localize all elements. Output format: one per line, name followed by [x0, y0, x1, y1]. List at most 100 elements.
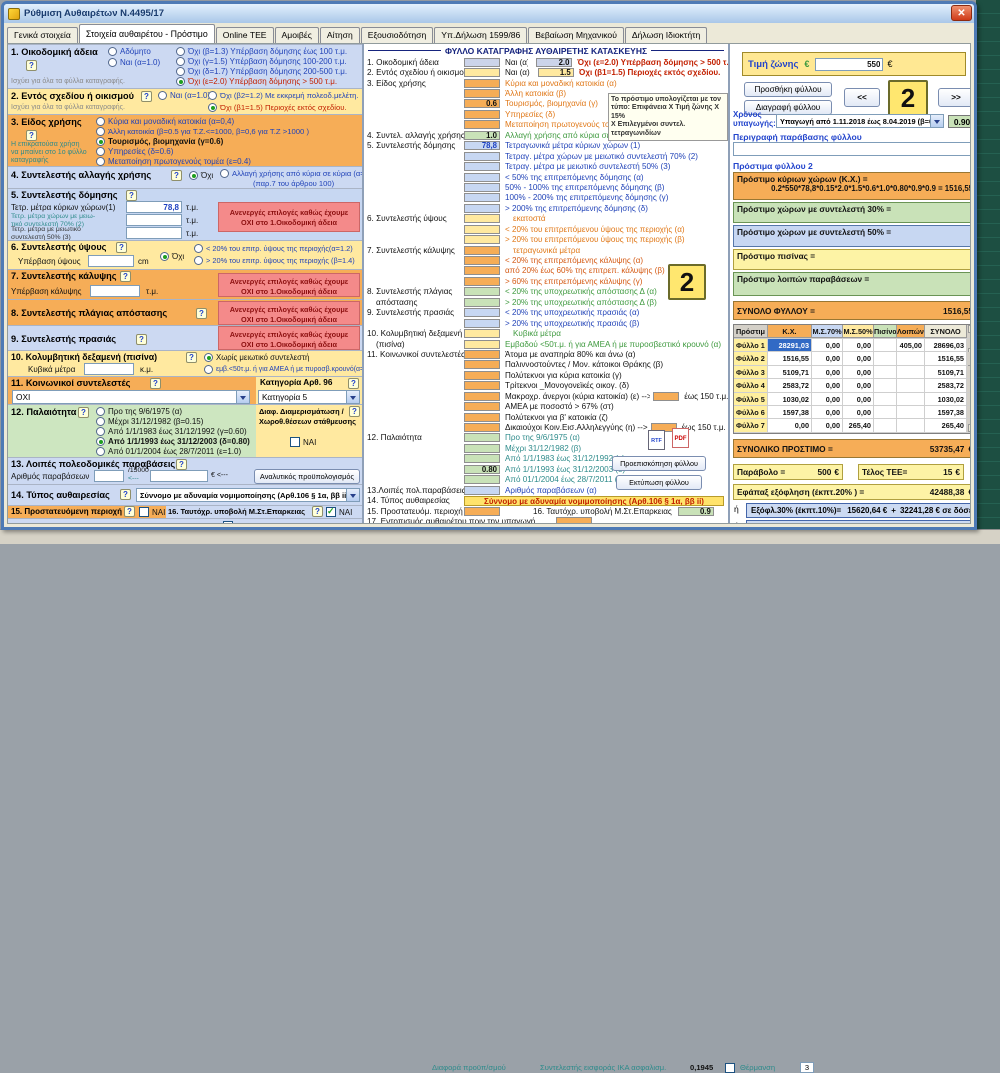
- tab-exousiodotisi[interactable]: Εξουσιοδότηση: [361, 27, 434, 43]
- mid-cell[interactable]: [464, 433, 500, 442]
- chevron-down-icon[interactable]: [930, 115, 943, 127]
- prev-sheet-button[interactable]: <<: [844, 88, 880, 107]
- mid-cell[interactable]: [464, 475, 500, 484]
- rtf-export-icon[interactable]: RTF: [648, 430, 665, 450]
- radio-option[interactable]: Από 01/1/2004 έως 28/7/2011 (ε=1.0): [96, 447, 241, 456]
- radio-option-selected[interactable]: Όχι: [189, 171, 213, 180]
- radio-option-selected[interactable]: Όχι (β1=1.5) Περιοχές εκτός σχεδίου.: [208, 103, 347, 112]
- mid-cell-small[interactable]: [653, 392, 679, 401]
- parking-checkbox[interactable]: ΝΑΙ: [290, 437, 316, 447]
- col-header[interactable]: Πισίνας: [874, 325, 897, 338]
- radio-option[interactable]: Ναι (α=1.0): [108, 58, 160, 67]
- table-row[interactable]: Φύλλο 35109,710,000,005109,71: [734, 366, 970, 379]
- mid-cell[interactable]: [464, 486, 500, 495]
- radio-option[interactable]: Μέχρι 31/12/1982 (β=0.15): [96, 417, 203, 426]
- help-icon[interactable]: ?: [348, 378, 359, 389]
- detection-checkbox[interactable]: ΝΑΙ: [223, 521, 249, 523]
- radio-option[interactable]: Όχι (γ=1.5) Υπέρβαση δόμησης 100-200 τ.μ…: [176, 57, 347, 66]
- mid-cell[interactable]: [464, 507, 500, 516]
- mid-cell[interactable]: [464, 454, 500, 463]
- area70-input[interactable]: [126, 214, 182, 226]
- col-header[interactable]: Πρόστιμ: [734, 325, 768, 338]
- radio-option[interactable]: > 20% του επιτρ. ύψους της περιοχής (β=1…: [194, 256, 355, 265]
- static-adequacy-checkbox[interactable]: ΝΑΙ: [326, 507, 352, 517]
- mid-cell[interactable]: [464, 204, 500, 213]
- mid-cell-value[interactable]: 78,8: [464, 141, 500, 150]
- radio-option-selected[interactable]: Τουρισμός, βιομηχανία (γ=0.6): [96, 137, 223, 146]
- radio-option[interactable]: Άλλη κατοικία (β=0.5 για T.Z.<=1000, β=0…: [96, 127, 309, 136]
- radio-option[interactable]: Όχι (β=1.3) Υπέρβαση δόμησης έως 100 τ.μ…: [176, 47, 347, 56]
- radio-option[interactable]: Όχι (δ=1.7) Υπέρβαση δόμησης 200-500 τ.μ…: [176, 67, 347, 76]
- mid-cell[interactable]: [464, 120, 500, 129]
- mid-cell-value[interactable]: 0.6: [464, 99, 500, 108]
- tab-vevaiosi[interactable]: Βεβαίωση Μηχανικού: [528, 27, 624, 43]
- mid-cell[interactable]: [464, 360, 500, 369]
- chevron-down-icon[interactable]: [236, 391, 249, 403]
- mid-cell-value[interactable]: 2.0: [536, 58, 572, 67]
- tab-genika[interactable]: Γενικά στοιχεία: [7, 27, 78, 43]
- mid-cell[interactable]: [464, 183, 500, 192]
- table-row[interactable]: Φύλλο 128291,030,000,00405,0028696,03: [734, 339, 970, 352]
- scroll-up-icon[interactable]: [968, 325, 970, 333]
- tab-online-tee[interactable]: Online TEE: [216, 27, 274, 43]
- col-header[interactable]: Μ.Σ.50%: [843, 325, 874, 338]
- col-header[interactable]: Λοιπών: [897, 325, 925, 338]
- mid-cell[interactable]: [464, 152, 500, 161]
- main-area-input[interactable]: [126, 201, 182, 213]
- radio-option[interactable]: Υπηρεσίες (δ=0.6): [96, 147, 173, 156]
- help-icon[interactable]: ?: [116, 242, 127, 253]
- mid-cell[interactable]: [464, 266, 500, 275]
- mid-cell[interactable]: [464, 235, 500, 244]
- tab-yp-dilosi[interactable]: Υπ.Δήλωση 1599/86: [434, 27, 527, 43]
- close-icon[interactable]: ✕: [951, 5, 972, 21]
- mid-cell[interactable]: [464, 68, 500, 77]
- radio-option[interactable]: Προ της 9/6/1975 (α): [96, 407, 182, 416]
- table-row[interactable]: Φύλλο 70,000,00265,40265,40: [734, 419, 970, 432]
- area50-input[interactable]: [126, 227, 182, 239]
- mid-cell[interactable]: [464, 381, 500, 390]
- mid-cell[interactable]: [464, 162, 500, 171]
- table-row[interactable]: Φύλλο 61597,380,000,001597,38: [734, 406, 970, 419]
- help-icon[interactable]: ?: [176, 459, 187, 470]
- tab-amoives[interactable]: Αμοιβές: [275, 27, 319, 43]
- sheet-print-button[interactable]: Εκτύπωση φύλλου: [616, 475, 702, 490]
- mid-cell[interactable]: [464, 298, 500, 307]
- violations-count-input[interactable]: [94, 470, 124, 482]
- tab-aitisi[interactable]: Αίτηση: [320, 27, 360, 43]
- mid-cell[interactable]: [464, 89, 500, 98]
- help-icon[interactable]: ?: [136, 334, 147, 345]
- help-icon[interactable]: ?: [171, 170, 182, 181]
- mid-cell[interactable]: [464, 329, 500, 338]
- help-icon[interactable]: ?: [26, 130, 37, 141]
- radio-option[interactable]: Αδόμητο: [108, 47, 151, 56]
- mid-cell[interactable]: [464, 256, 500, 265]
- violation-desc-input[interactable]: [733, 142, 970, 156]
- coverage-input[interactable]: [90, 285, 140, 297]
- mid-cell-value[interactable]: 1.5: [538, 68, 574, 77]
- height-input[interactable]: [88, 255, 134, 267]
- tab-stoixeia-prostimo[interactable]: Στοιχεία αυθαιρέτου - Πρόστιμο: [79, 24, 215, 43]
- help-icon[interactable]: ?: [124, 506, 135, 517]
- mid-cell[interactable]: [464, 340, 500, 349]
- mid-cell[interactable]: [464, 246, 500, 255]
- add-sheet-button[interactable]: Προσθήκη φύλλου: [744, 82, 832, 97]
- help-icon[interactable]: ?: [150, 378, 161, 389]
- radio-option[interactable]: Από 1/1/1983 έως 31/12/1992 (γ=0.60): [96, 427, 247, 436]
- radio-option[interactable]: < 20% του επιτρ. ύψους της περιοχής(α=1.…: [194, 244, 353, 253]
- help-icon[interactable]: ?: [78, 407, 89, 418]
- radio-option[interactable]: Όχι (β2=1.2) Με εκκρεμή πολεοδ.μελέτη.: [208, 91, 359, 100]
- mid-cell[interactable]: [464, 225, 500, 234]
- help-icon[interactable]: ?: [120, 489, 131, 500]
- table-row[interactable]: Φύλλο 51030,020,000,001030,02: [734, 393, 970, 406]
- help-icon[interactable]: ?: [196, 308, 207, 319]
- chevron-down-icon[interactable]: [346, 391, 359, 403]
- mid-cell[interactable]: [464, 402, 500, 411]
- mid-cell[interactable]: [464, 371, 500, 380]
- mid-cell-value[interactable]: 1.0: [464, 131, 500, 140]
- mid-cell[interactable]: [464, 287, 500, 296]
- radio-option[interactable]: Μεταποίηση πρωτογενούς τομέα (ε=0.4): [96, 157, 251, 166]
- violation-type-dropdown[interactable]: Σύννομο με αδυναμία νομιμοποίησης (Αρθ.1…: [136, 488, 360, 502]
- mid-cell[interactable]: [464, 444, 500, 453]
- radio-option-selected[interactable]: Από 1/1/1993 έως 31/12/2003 (δ=0.80): [96, 437, 250, 446]
- mid-cell[interactable]: [464, 214, 500, 223]
